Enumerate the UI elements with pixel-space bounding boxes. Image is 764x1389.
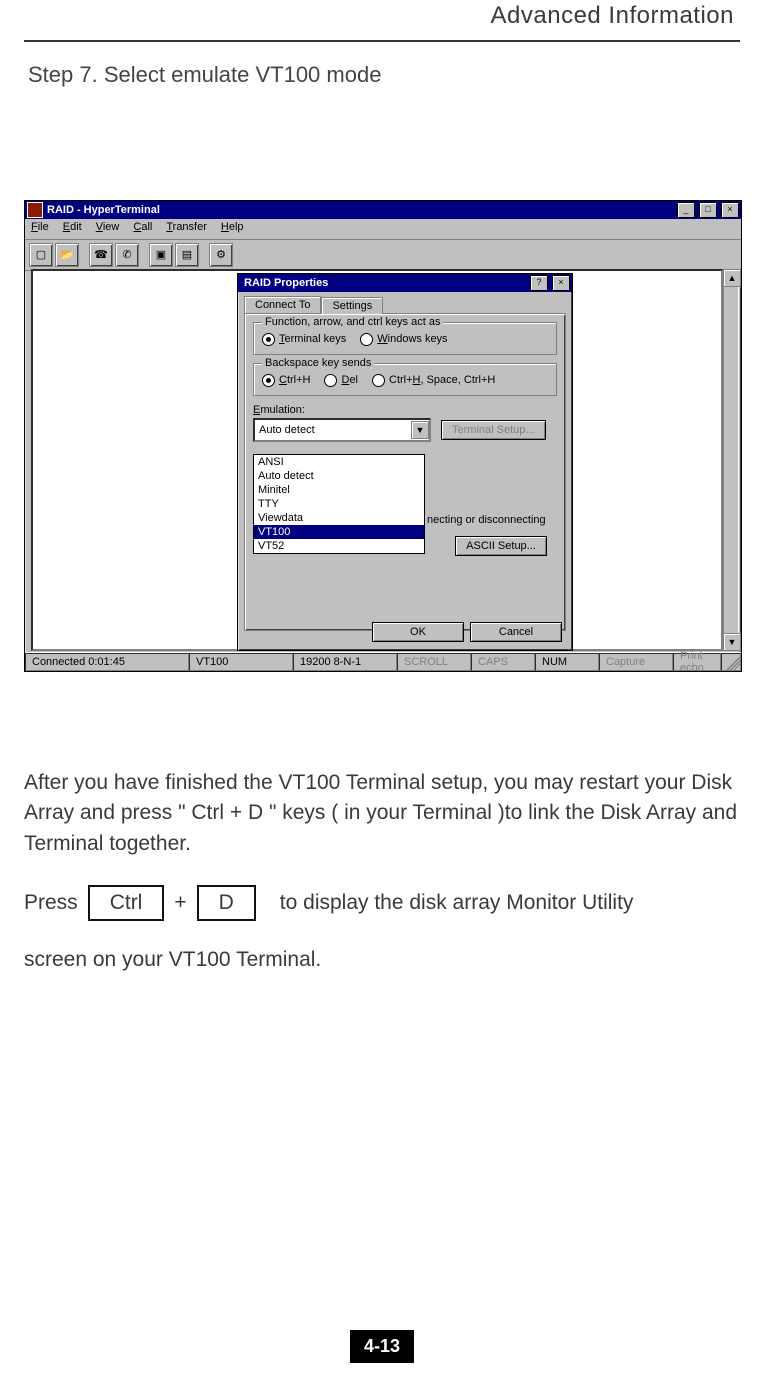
menu-help[interactable]: Help <box>221 221 244 239</box>
menu-file[interactable]: File <box>31 221 49 239</box>
titlebar: RAID - HyperTerminal _ □ × <box>25 201 741 219</box>
menu-call[interactable]: Call <box>133 221 152 239</box>
group-backspace: Backspace key sends Ctrl+H Del Ctrl+H, S… <box>253 363 557 396</box>
minimize-button[interactable]: _ <box>677 202 695 218</box>
properties-icon[interactable]: ⚙ <box>209 243 233 267</box>
dialog-help-button[interactable]: ? <box>530 275 548 291</box>
hangup-icon[interactable]: ✆ <box>115 243 139 267</box>
group-function-keys: Function, arrow, and ctrl keys act as Te… <box>253 322 557 355</box>
status-port: 19200 8-N-1 <box>293 653 397 671</box>
header-rule <box>24 40 740 42</box>
tab-settings[interactable]: Settings <box>321 297 383 314</box>
status-emulation: VT100 <box>189 653 293 671</box>
emulation-label: Emulation: <box>253 404 305 416</box>
raid-properties-dialog: RAID Properties ? × Connect To Settings … <box>237 273 573 651</box>
group1-legend: Function, arrow, and ctrl keys act as <box>262 316 443 328</box>
ok-button[interactable]: OK <box>372 622 464 642</box>
app-icon <box>27 202 43 218</box>
vertical-scrollbar[interactable]: ▲ ▼ <box>723 269 739 651</box>
dialog-buttons: OK Cancel <box>372 622 562 642</box>
open-icon[interactable]: 📂 <box>55 243 79 267</box>
menu-transfer[interactable]: Transfer <box>166 221 207 239</box>
list-item-selected[interactable]: VT100 <box>254 525 424 539</box>
toolbar: ▢ 📂 ☎ ✆ ▣ ▤ ⚙ <box>25 240 741 271</box>
status-connected: Connected 0:01:45 <box>25 653 189 671</box>
page-number: 4-13 <box>350 1330 414 1363</box>
size-grip-icon[interactable] <box>721 653 741 671</box>
radio-ctrl-h-space-label: Ctrl+H, Space, Ctrl+H <box>389 374 495 386</box>
press-rest: to display the disk array Monitor Utilit… <box>280 891 634 915</box>
list-item[interactable]: ANSI <box>254 455 424 469</box>
press-row: Press Ctrl + D to display the disk array… <box>24 885 740 921</box>
body-paragraph-2: screen on your VT100 Terminal. <box>24 945 740 975</box>
radio-ctrl-h-space[interactable] <box>372 374 385 387</box>
new-icon[interactable]: ▢ <box>29 243 53 267</box>
window-title: RAID - HyperTerminal <box>47 204 673 216</box>
hyperterminal-window: RAID - HyperTerminal _ □ × File Edit Vie… <box>24 200 742 672</box>
list-item[interactable]: TTY <box>254 497 424 511</box>
list-item[interactable]: Minitel <box>254 483 424 497</box>
ctrl-keycap: Ctrl <box>88 885 165 921</box>
radio-windows-keys[interactable] <box>360 333 373 346</box>
obscured-text: necting or disconnecting <box>427 514 546 526</box>
list-item[interactable]: Viewdata <box>254 511 424 525</box>
status-num: NUM <box>535 653 599 671</box>
tab-panel: Function, arrow, and ctrl keys act as Te… <box>244 313 566 631</box>
scroll-down-icon[interactable]: ▼ <box>723 633 741 651</box>
emulation-listbox[interactable]: ANSI Auto detect Minitel TTY Viewdata VT… <box>253 454 425 554</box>
radio-del[interactable] <box>324 374 337 387</box>
dialog-close-button[interactable]: × <box>552 275 570 291</box>
page-header: Advanced Information <box>24 0 740 36</box>
plus-sign: + <box>174 891 186 915</box>
emulation-value: Auto detect <box>259 424 315 436</box>
send-icon[interactable]: ▣ <box>149 243 173 267</box>
menubar: File Edit View Call Transfer Help <box>25 219 741 240</box>
body-paragraph-1: After you have finished the VT100 Termin… <box>24 768 740 859</box>
tab-connect-to[interactable]: Connect To <box>244 296 321 313</box>
emulation-combo[interactable]: Auto detect ▼ <box>253 418 431 442</box>
ascii-setup-button[interactable]: ASCII Setup... <box>455 536 547 556</box>
list-item[interactable]: Auto detect <box>254 469 424 483</box>
terminal-setup-button[interactable]: Terminal Setup... <box>441 420 546 440</box>
dialog-tabs: Connect To Settings <box>244 296 572 313</box>
menu-edit[interactable]: Edit <box>63 221 82 239</box>
status-caps: CAPS <box>471 653 535 671</box>
radio-ctrl-h[interactable] <box>262 374 275 387</box>
close-button[interactable]: × <box>721 202 739 218</box>
d-keycap: D <box>197 885 256 921</box>
status-scroll: SCROLL <box>397 653 471 671</box>
scroll-up-icon[interactable]: ▲ <box>723 269 741 287</box>
maximize-button[interactable]: □ <box>699 202 717 218</box>
statusbar: Connected 0:01:45 VT100 19200 8-N-1 SCRO… <box>25 652 741 671</box>
radio-ctrl-h-label: Ctrl+H <box>279 374 310 386</box>
radio-terminal-keys-label: Terminal keys <box>279 333 346 345</box>
radio-windows-keys-label: Windows keys <box>377 333 447 345</box>
group2-legend: Backspace key sends <box>262 357 374 369</box>
receive-icon[interactable]: ▤ <box>175 243 199 267</box>
dialog-titlebar: RAID Properties ? × <box>238 274 572 292</box>
radio-del-label: Del <box>341 374 358 386</box>
call-icon[interactable]: ☎ <box>89 243 113 267</box>
chevron-down-icon[interactable]: ▼ <box>411 421 429 439</box>
dialog-title: RAID Properties <box>240 277 526 289</box>
step-heading: Step 7. Select emulate VT100 mode <box>28 60 740 90</box>
press-label: Press <box>24 891 78 915</box>
cancel-button[interactable]: Cancel <box>470 622 562 642</box>
status-capture: Capture <box>599 653 673 671</box>
status-printecho: Print echo <box>673 653 721 671</box>
list-item[interactable]: VT52 <box>254 539 424 553</box>
menu-view[interactable]: View <box>96 221 120 239</box>
radio-terminal-keys[interactable] <box>262 333 275 346</box>
